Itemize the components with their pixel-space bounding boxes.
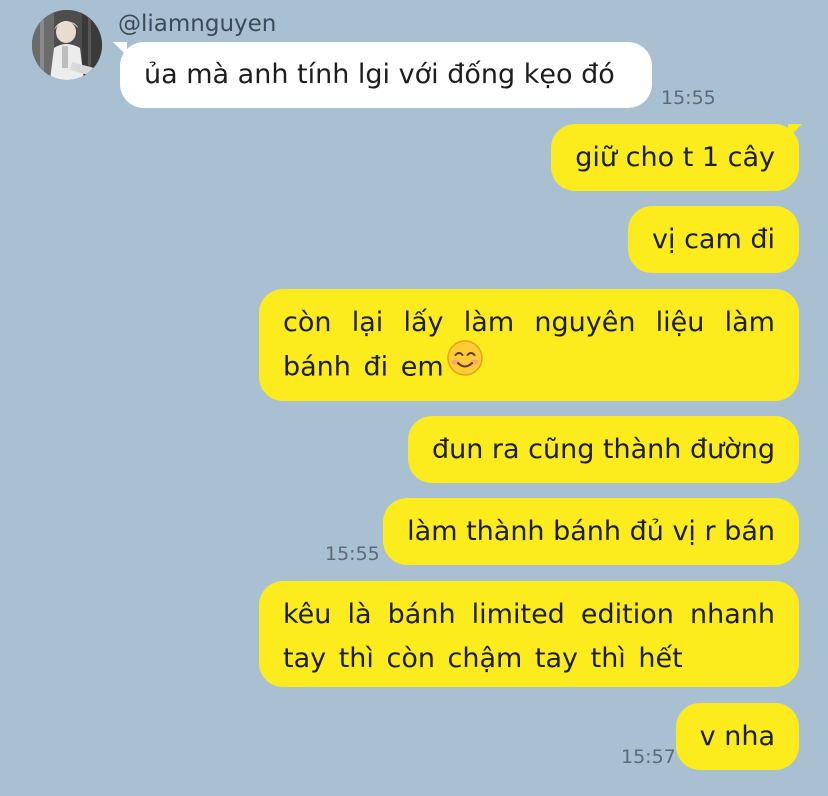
- incoming-message-bubble[interactable]: ủa mà anh tính lgi với đống kẹo đó: [120, 42, 652, 108]
- chat-thread: @liamnguyen ủa mà anh tính lgi với đống …: [0, 0, 828, 796]
- outgoing-message-text: kêu là bánh limited edition nhanh tay th…: [283, 599, 775, 674]
- outgoing-message-time: 15:57: [621, 746, 676, 768]
- outgoing-message-bubble[interactable]: giữ cho t 1 cây: [551, 124, 799, 191]
- smiling-face-emoji-icon: [446, 339, 484, 391]
- outgoing-message-bubble[interactable]: đun ra cũng thành đường: [407, 416, 799, 483]
- outgoing-message-bubble[interactable]: làm thành bánh đủ vị r bán: [383, 498, 799, 565]
- outgoing-message-bubble[interactable]: v nha: [675, 703, 799, 770]
- avatar[interactable]: [32, 10, 102, 80]
- sender-username[interactable]: @liamnguyen: [118, 10, 276, 38]
- outgoing-message-text: còn lại lấy làm nguyên liệu làm bánh đi …: [283, 307, 775, 383]
- outgoing-message-bubble[interactable]: kêu là bánh limited edition nhanh tay th…: [259, 581, 799, 687]
- outgoing-message-text: giữ cho t 1 cây: [575, 142, 775, 173]
- incoming-message-text: ủa mà anh tính lgi với đống kẹo đó: [144, 59, 615, 90]
- outgoing-message-bubble[interactable]: còn lại lấy làm nguyên liệu làm bánh đi …: [259, 289, 799, 401]
- avatar-photo: [32, 10, 102, 80]
- outgoing-message-bubble[interactable]: vị cam đi: [628, 206, 799, 273]
- outgoing-message-text: vị cam đi: [652, 224, 775, 255]
- outgoing-message-text: v nha: [699, 721, 775, 752]
- outgoing-message-text: làm thành bánh đủ vị r bán: [407, 516, 775, 547]
- outgoing-message-text: đun ra cũng thành đường: [431, 434, 775, 465]
- incoming-message-time: 15:55: [661, 87, 716, 109]
- outgoing-message-time: 15:55: [325, 543, 380, 565]
